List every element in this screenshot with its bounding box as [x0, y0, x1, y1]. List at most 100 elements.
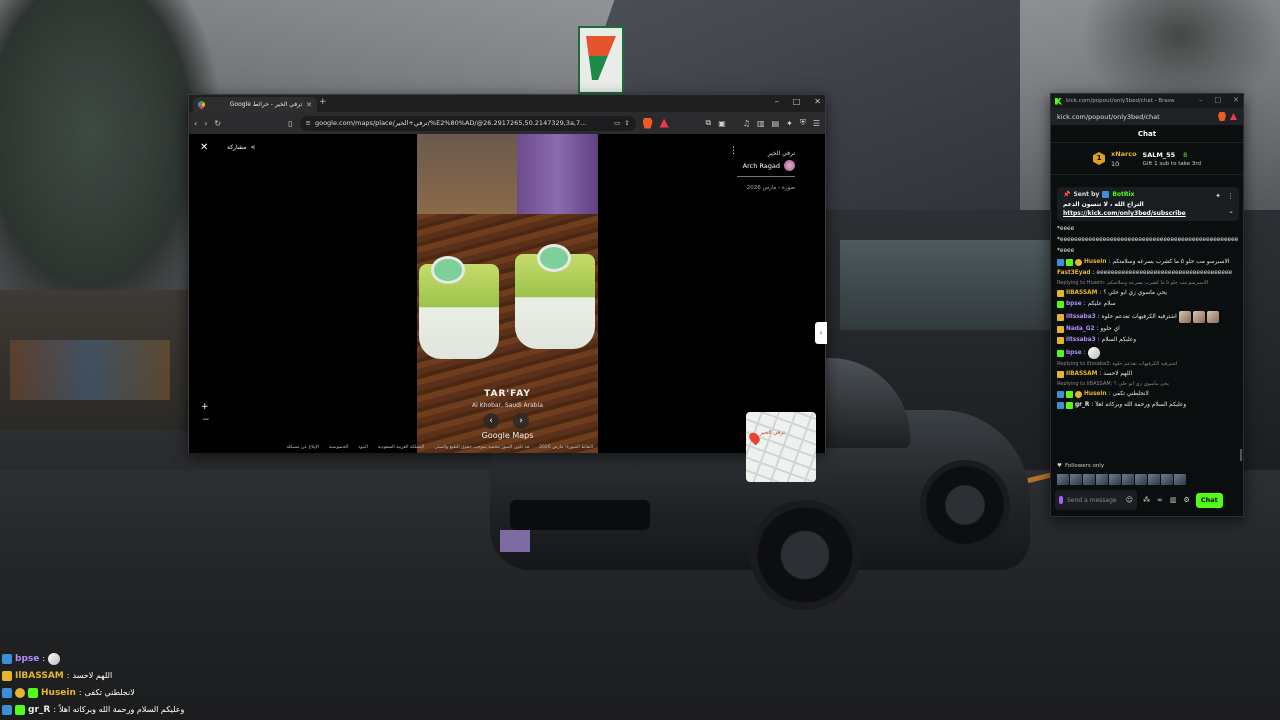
address-bar[interactable]: ≡ google.com/maps/place/ترفي+الخير/%E2%8… [299, 115, 636, 131]
username[interactable]: Husein [1084, 258, 1106, 267]
wallet-icon[interactable]: ▣ [718, 119, 726, 128]
pinned-link[interactable]: https://kick.com/only3bed/subscribe [1063, 210, 1233, 217]
badge-icon [1057, 402, 1064, 409]
minimize-icon[interactable]: – [1199, 96, 1203, 104]
avatar[interactable] [1135, 474, 1147, 485]
vpn-icon[interactable]: ⛨ [800, 118, 806, 128]
store-window [840, 240, 1050, 330]
avatar[interactable] [1109, 474, 1121, 485]
place-title[interactable]: ترفي الخير [737, 150, 795, 157]
avatar[interactable] [1148, 474, 1160, 485]
username[interactable]: Fast3Eyad [1057, 269, 1091, 278]
share-button[interactable]: مشاركة ⋖ [227, 144, 255, 151]
message-input[interactable]: Send a message ☺ [1055, 490, 1137, 510]
followers-label: Followers only [1064, 463, 1105, 469]
minimize-icon[interactable]: – [775, 97, 779, 106]
next-photo-icon[interactable]: › [513, 413, 529, 429]
address-bar[interactable]: kick.com/popout/only3bed/chat [1051, 108, 1243, 125]
emote-icon [1192, 311, 1205, 323]
badge-icon [2, 653, 12, 664]
brave-rewards-icon[interactable] [659, 118, 669, 128]
avatar[interactable] [1174, 474, 1186, 485]
username[interactable]: iltssaba3 [1066, 336, 1096, 345]
media-icon[interactable]: ♫ [743, 119, 750, 128]
minimap[interactable]: ترفي الخير [746, 412, 816, 482]
avatar[interactable] [1096, 474, 1108, 485]
site-info-icon[interactable]: ≡ [306, 119, 311, 127]
close-window-icon[interactable]: ✕ [814, 97, 821, 106]
chat-message: Husein: لانجلطني تكفى [1057, 390, 1239, 399]
avatar[interactable] [1057, 474, 1069, 485]
menu-icon[interactable]: ☰ [813, 119, 820, 128]
photo-author[interactable]: Arch Ragad [737, 160, 795, 171]
cast-icon[interactable]: ▭ [614, 119, 620, 127]
pinned-sender[interactable]: BotRix [1112, 191, 1134, 198]
chat-input-row: Send a message ☺ ⁂ ∞ ▥ ⚙ Chat [1055, 490, 1241, 510]
leo-icon[interactable]: ✦ [786, 119, 793, 128]
brave-shields-icon[interactable] [1218, 112, 1226, 121]
chat-scrollbar[interactable] [1240, 449, 1242, 461]
chat-header: Chat [1051, 125, 1243, 143]
split-icon[interactable]: ▤ [772, 119, 780, 128]
browser-tab[interactable]: ترفي الخير - خرائط Google ✕ [193, 97, 317, 112]
username[interactable]: gr_R [1075, 401, 1089, 410]
prev-photo-icon[interactable]: ‹ [483, 413, 499, 429]
zoom-in-icon[interactable]: + [201, 402, 209, 412]
username[interactable]: Husein [1084, 390, 1106, 399]
bookmark-icon[interactable]: ▯ [288, 119, 292, 128]
share-page-icon[interactable]: ⇪ [624, 119, 629, 127]
footer-terms-link[interactable]: البنود [358, 445, 368, 450]
place-photo[interactable]: TAR'FAY Al Khobar, Saudi Arabia ‹ › Goog… [417, 134, 598, 453]
mic-icon[interactable] [1059, 496, 1063, 504]
avatar[interactable] [1161, 474, 1173, 485]
second-name[interactable]: SALM_55 [1143, 151, 1176, 159]
emoji-icon[interactable]: ☺ [1126, 496, 1133, 504]
extensions-icon[interactable]: ⧉ [706, 118, 712, 128]
username[interactable]: IlBASSAM [1066, 370, 1097, 379]
badge-icon [2, 704, 12, 715]
send-chat-button[interactable]: Chat [1195, 492, 1223, 508]
avatar[interactable] [1122, 474, 1134, 485]
close-viewer-icon[interactable]: ✕ [200, 142, 208, 153]
maximize-icon[interactable]: □ [793, 97, 801, 106]
tree-left [0, 0, 220, 330]
store-icon[interactable]: ▥ [1170, 496, 1177, 504]
close-tab-icon[interactable]: ✕ [306, 101, 312, 109]
author-avatar [784, 160, 795, 171]
unpin-icon[interactable]: ✦ [1215, 192, 1221, 200]
avatar[interactable] [1083, 474, 1095, 485]
sidebar-icon[interactable]: ▥ [757, 119, 765, 128]
gift-prompt[interactable]: Gift 1 sub to take 3rd [1143, 161, 1201, 167]
footer-report-link[interactable]: الإبلاغ عن مشكلة [287, 445, 319, 450]
forward-icon[interactable]: › [204, 119, 207, 128]
maximize-icon[interactable]: □ [1215, 96, 1222, 104]
sub-badge-icon [1057, 349, 1064, 357]
username[interactable]: iltssaba3 [1066, 313, 1096, 322]
leader-name[interactable]: xNarco [1111, 150, 1137, 158]
username[interactable]: IlBASSAM [1066, 289, 1097, 298]
new-tab-icon[interactable]: + [319, 97, 327, 107]
close-window-icon[interactable]: ✕ [1233, 96, 1239, 104]
chevron-down-icon[interactable]: ⌄ [1228, 207, 1234, 215]
reload-icon[interactable]: ↻ [214, 119, 221, 128]
footer-privacy-link[interactable]: الخصوصية [329, 445, 348, 450]
overlay-chat: bpse : IlBASSAM : اللهم لاحسد Husein : ل… [2, 650, 322, 718]
brave-shields-icon[interactable] [642, 117, 653, 129]
collapse-panel-icon[interactable]: ‹ [815, 322, 827, 344]
username[interactable]: bpse [1066, 349, 1082, 358]
viewer-avatars [1057, 474, 1186, 485]
zoom-out-icon[interactable]: − [202, 415, 210, 425]
pin-icon: 📌 [1063, 191, 1071, 198]
sub-badge-icon [28, 687, 38, 698]
username[interactable]: Nada_G2 [1066, 325, 1095, 334]
overlay-username: IlBASSAM [15, 670, 64, 681]
kick-gift-icon[interactable]: ⁂ [1143, 496, 1150, 504]
settings-gear-icon[interactable]: ⚙ [1183, 496, 1189, 504]
avatar[interactable] [1070, 474, 1082, 485]
rank-badge: 1 [1093, 152, 1105, 165]
pinned-more-icon[interactable]: ⋮ [1227, 192, 1234, 200]
username[interactable]: bpse [1066, 300, 1082, 309]
infinity-icon[interactable]: ∞ [1157, 496, 1163, 504]
back-icon[interactable]: ‹ [194, 119, 197, 128]
brave-rewards-icon[interactable] [1230, 113, 1237, 120]
